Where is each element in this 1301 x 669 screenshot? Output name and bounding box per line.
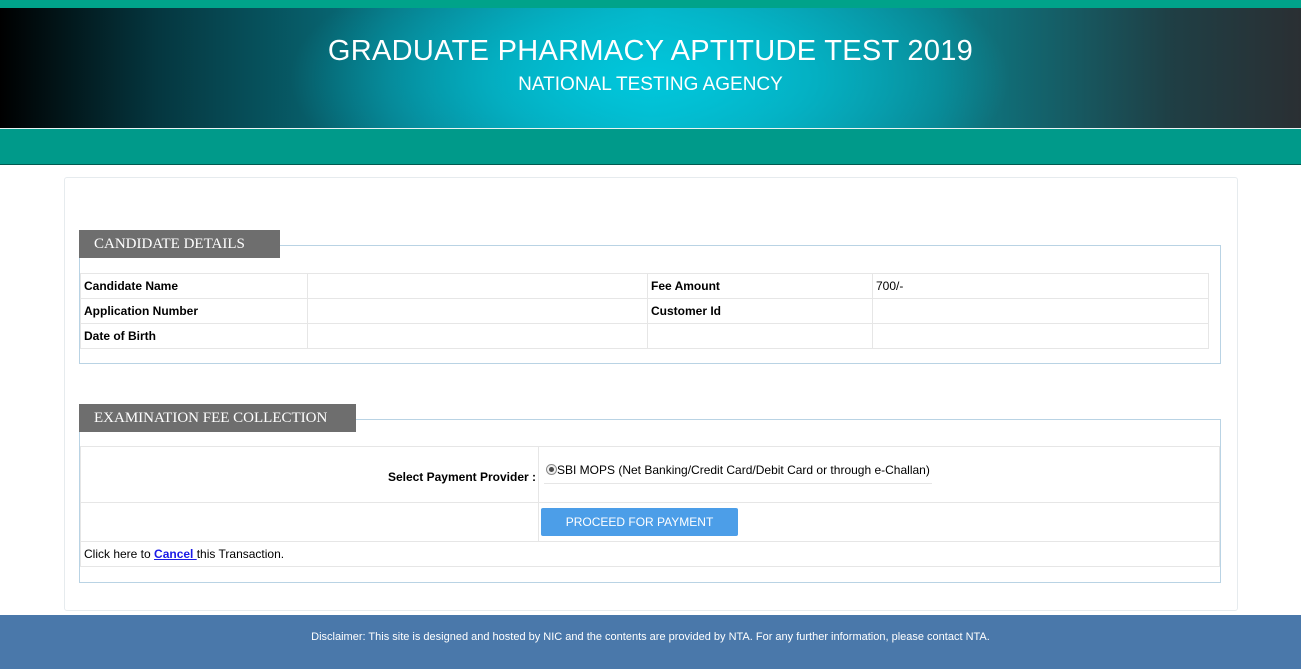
fee-amount-label: Fee Amount (647, 273, 873, 299)
table-row: Select Payment Provider : SBI MOPS (Net … (80, 446, 1220, 503)
table-row: Application Number Customer Id (80, 298, 1209, 324)
payment-provider-label: Select Payment Provider : (387, 469, 536, 484)
customer-id-label: Customer Id (647, 298, 873, 324)
sbi-mops-label: SBI MOPS (Net Banking/Credit Card/Debit … (557, 463, 930, 477)
disclaimer-text: Disclaimer: This site is designed and ho… (311, 631, 990, 643)
cancel-link[interactable]: Cancel (154, 547, 197, 561)
sbi-mops-option[interactable]: SBI MOPS (Net Banking/Credit Card/Debit … (544, 457, 932, 484)
payment-table: Select Payment Provider : SBI MOPS (Net … (80, 446, 1220, 567)
candidate-details-legend: CANDIDATE DETAILS (79, 230, 280, 258)
top-accent-strip (0, 0, 1301, 8)
cancel-cell: Click here to Cancel this Transaction. (80, 541, 1220, 567)
proceed-for-payment-button[interactable]: PROCEED FOR PAYMENT (541, 508, 738, 536)
empty-cell (80, 502, 539, 542)
agency-name: NATIONAL TESTING AGENCY (518, 74, 783, 95)
empty-value-cell (872, 323, 1209, 349)
cancel-prefix-text: Click here to (84, 547, 155, 561)
application-number-label: Application Number (80, 298, 308, 324)
table-row: Date of Birth (80, 323, 1209, 349)
empty-label-cell (647, 323, 873, 349)
candidate-details-table: Candidate Name Fee Amount 700/- Applicat… (80, 273, 1209, 349)
table-row: PROCEED FOR PAYMENT (80, 502, 1220, 542)
candidate-name-label: Candidate Name (80, 273, 308, 299)
customer-id-value (872, 298, 1209, 324)
radio-selected-icon[interactable] (546, 464, 557, 475)
fee-collection-legend: EXAMINATION FEE COLLECTION (79, 404, 356, 432)
table-row: Click here to Cancel this Transaction. (80, 541, 1220, 567)
application-number-value (307, 298, 648, 324)
proceed-cell: PROCEED FOR PAYMENT (538, 502, 1220, 542)
table-row: Candidate Name Fee Amount 700/- (80, 273, 1209, 299)
payment-provider-options-cell: SBI MOPS (Net Banking/Credit Card/Debit … (538, 446, 1220, 503)
candidate-name-value (307, 273, 648, 299)
payment-provider-label-cell: Select Payment Provider : (80, 446, 539, 503)
date-of-birth-label: Date of Birth (80, 323, 308, 349)
footer: Disclaimer: This site is designed and ho… (0, 615, 1301, 669)
cancel-suffix-text: this Transaction. (196, 547, 285, 561)
page-title: GRADUATE PHARMACY APTITUDE TEST 2019 (327, 35, 974, 67)
nav-bar (0, 129, 1301, 165)
fee-amount-value: 700/- (872, 273, 1209, 299)
date-of-birth-value (307, 323, 648, 349)
main-panel: CANDIDATE DETAILS Candidate Name Fee Amo… (64, 177, 1238, 611)
site-header: GRADUATE PHARMACY APTITUDE TEST 2019 NAT… (0, 8, 1301, 128)
